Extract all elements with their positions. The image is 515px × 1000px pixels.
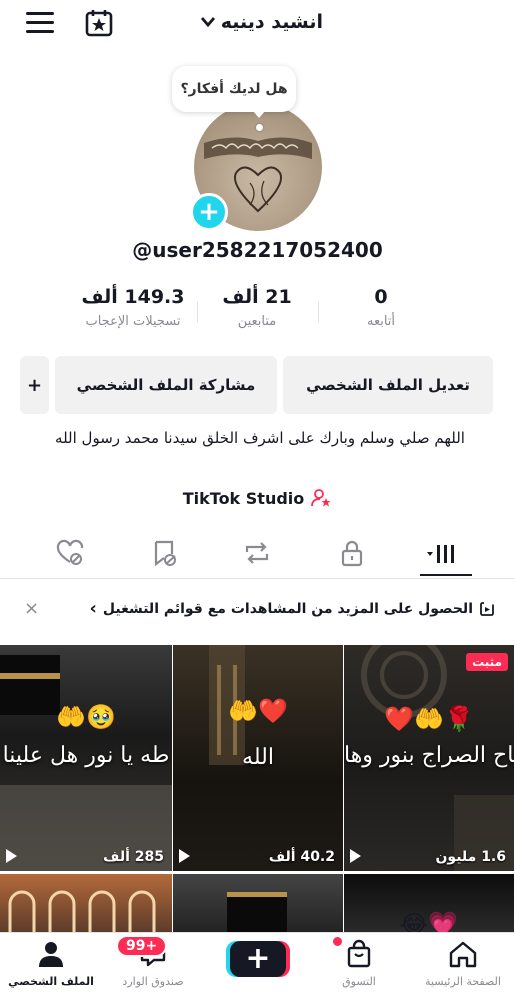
edit-profile-label: تعديل الملف الشخصي (306, 376, 470, 394)
inbox-badge: 99+ (116, 935, 168, 957)
view-count: 1.6 مليون (435, 849, 506, 865)
likes-count: 149.3 ألف (81, 286, 185, 308)
menu-icon[interactable] (26, 12, 54, 34)
add-photo-button[interactable]: + (190, 193, 228, 231)
share-profile-button[interactable]: مشاركة الملف الشخصي (55, 356, 277, 414)
liked-icon (56, 539, 84, 565)
playlist-banner-text: الحصول على المزيد من المشاهدات مع قوائم … (102, 600, 473, 617)
likes-label: تسجيلات الإعجاب (85, 314, 181, 329)
playlist-icon (480, 601, 494, 616)
profile-icon (39, 942, 63, 967)
nav-inbox-label: صندوق الوارد (122, 975, 184, 988)
thought-bubble[interactable]: هل لديك أفكار؟ (172, 66, 296, 112)
tab-saved[interactable] (148, 536, 182, 570)
view-count: 40.2 ألف (268, 849, 335, 865)
tile-emoji: ❤️🤲🌹 (384, 705, 474, 733)
video-tile[interactable]: 😂💗 (344, 874, 514, 934)
tile-emoji: 🤲🥹 (56, 703, 116, 731)
nav-home[interactable]: الصفحة الرئيسية (418, 939, 508, 988)
top-bar: انشيد دينيه (0, 0, 515, 50)
nav-profile[interactable]: الملف الشخصي (6, 939, 96, 988)
tabs-divider (0, 578, 515, 579)
tab-videos[interactable] (424, 536, 458, 570)
account-switcher[interactable]: انشيد دينيه (200, 8, 323, 36)
video-tile[interactable] (173, 874, 343, 934)
tile-caption: طاح الصراج بنور وها (344, 743, 514, 768)
studio-label: TikTok Studio (182, 488, 305, 508)
saved-icon (154, 540, 176, 567)
active-tab-indicator (420, 574, 472, 576)
thought-bubble-text: هل لديك أفكار؟ (180, 81, 288, 97)
pinned-badge: مثبت (466, 653, 508, 671)
plus-icon: + (245, 941, 271, 976)
bubble-dot (256, 124, 263, 131)
play-icon (6, 849, 17, 863)
add-friend-button[interactable]: + (20, 356, 49, 414)
view-count: 285 ألف (103, 849, 164, 865)
create-button[interactable]: + (230, 941, 286, 977)
bottom-nav: الصفحة الرئيسية التسوق + صندوق الوارد 99… (0, 932, 515, 1000)
calendar-star-icon[interactable] (84, 8, 114, 38)
nav-shop-label: التسوق (342, 975, 376, 988)
bubble-tail (252, 110, 266, 118)
chevron-icon: › (89, 598, 97, 619)
videos-grid-icon (427, 545, 454, 563)
video-tile[interactable]: مثبت ❤️🤲🌹 طاح الصراج بنور وها 1.6 مليون (344, 645, 514, 871)
username: @user2582217052400 (132, 238, 383, 262)
person-star-icon (311, 489, 331, 507)
video-tile[interactable] (0, 874, 172, 934)
edit-profile-button[interactable]: تعديل الملف الشخصي (283, 356, 493, 414)
likes-stat[interactable]: 149.3 ألف تسجيلات الإعجاب (58, 286, 208, 329)
tile-emoji: 🤲❤️ (228, 697, 288, 725)
tab-liked[interactable] (53, 536, 87, 570)
close-icon[interactable]: × (24, 598, 39, 619)
nav-shop[interactable]: التسوق (314, 939, 404, 988)
tile-caption: طه يا نور هل علينا (2, 743, 170, 768)
tile-background-pattern (8, 890, 156, 934)
tile-caption: الله (242, 745, 274, 770)
shopping-bag-icon (347, 939, 371, 968)
bio: اللهم صلي وسلم وبارك على اشرف الخلق سيدن… (55, 429, 465, 447)
playlist-banner[interactable]: الحصول على المزيد من المشاهدات مع قوائم … (0, 590, 515, 630)
shop-notification-dot (333, 937, 342, 946)
tiktok-studio-link[interactable]: TikTok Studio (0, 487, 515, 509)
tab-reposts[interactable] (240, 536, 274, 570)
video-tile[interactable]: 🤲🥹 طه يا نور هل علينا 285 ألف (0, 645, 172, 871)
add-friend-label: + (26, 374, 43, 396)
kaaba-shape (227, 892, 287, 934)
share-profile-label: مشاركة الملف الشخصي (76, 376, 256, 394)
nav-home-label: الصفحة الرئيسية (425, 975, 501, 988)
play-icon (350, 849, 361, 863)
play-icon (179, 849, 190, 863)
tab-private[interactable] (335, 536, 369, 570)
nav-profile-label: الملف الشخصي (8, 975, 94, 988)
content-tabs (0, 530, 515, 578)
chevron-down-icon (200, 17, 215, 27)
home-icon (449, 941, 477, 968)
tile-emoji: 😂💗 (400, 910, 458, 934)
video-tile[interactable]: 🤲❤️ الله 40.2 ألف (173, 645, 343, 871)
account-name: انشيد دينيه (220, 11, 323, 33)
playlist-banner-content: الحصول على المزيد من المشاهدات مع قوائم … (89, 598, 495, 619)
lock-icon (341, 540, 363, 567)
repost-icon (245, 542, 269, 564)
